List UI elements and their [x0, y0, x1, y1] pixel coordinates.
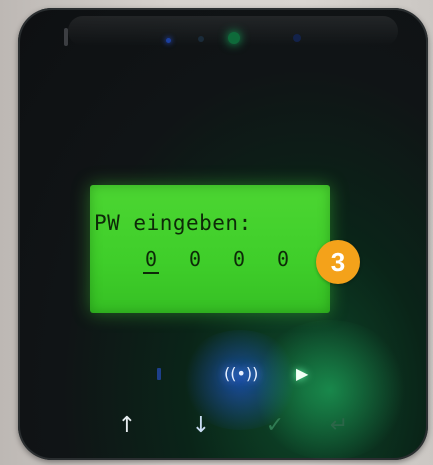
digit-4[interactable]: 0: [274, 247, 292, 271]
wireless-icon: ((•)): [224, 364, 259, 383]
arrow-up-button[interactable]: ↑: [110, 408, 144, 442]
digit-1[interactable]: 0: [142, 247, 160, 274]
status-led-green: [228, 32, 240, 44]
sensor-dot: [198, 36, 204, 42]
password-digits[interactable]: 0 0 0 0: [142, 247, 292, 274]
digit-3[interactable]: 0: [230, 247, 248, 271]
password-prompt: PW eingeben:: [94, 211, 252, 235]
digit-2[interactable]: 0: [186, 247, 204, 271]
step-badge: 3: [316, 240, 360, 284]
arrow-down-button[interactable]: ↓: [184, 408, 218, 442]
lcd-display: PW eingeben: 0 0 0 0: [90, 185, 330, 313]
status-led-dark: [293, 34, 301, 42]
play-icon: ▶: [296, 364, 309, 383]
confirm-button[interactable]: ✓: [258, 408, 292, 442]
device-side-mark: [64, 28, 68, 46]
alert-icon: [157, 368, 161, 380]
enter-button[interactable]: ↵: [322, 408, 356, 442]
status-led-blue: [166, 38, 171, 43]
